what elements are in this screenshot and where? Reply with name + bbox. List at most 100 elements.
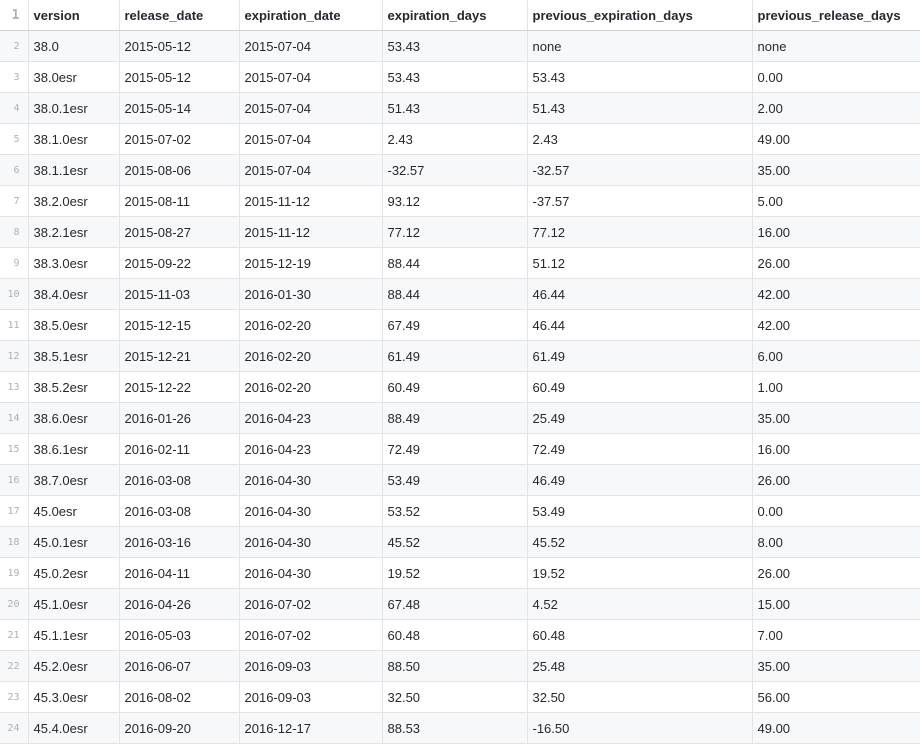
line-number: 5: [0, 123, 29, 155]
column-header-release-date: release_date: [119, 0, 240, 31]
cell-version: 38.4.0esr: [28, 278, 120, 310]
line-number: 23: [0, 681, 29, 713]
cell-expiration-days: 53.43: [382, 30, 528, 62]
cell-version: 45.2.0esr: [28, 650, 120, 682]
cell-release-date: 2016-06-07: [119, 650, 240, 682]
cell-release-date: 2016-03-08: [119, 495, 240, 527]
table-row: 4 38.0.1esr 2015-05-14 2015-07-04 51.43 51.43…: [0, 92, 920, 124]
line-number: 4: [0, 92, 29, 124]
cell-expiration-date: 2016-02-20: [239, 371, 383, 403]
cell-expiration-days: 19.52: [382, 557, 528, 589]
table-row: 24 45.4.0esr 2016-09-20 2016-12-17 88.53 -16.…: [0, 712, 920, 744]
csv-table: 1 version release_date expiration_date e…: [0, 0, 920, 744]
table-row: 17 45.0esr 2016-03-08 2016-04-30 53.52 53.49 0…: [0, 495, 920, 527]
cell-version: 45.0esr: [28, 495, 120, 527]
column-header-previous-expiration-days: previous_expiration_days: [527, 0, 753, 31]
cell-expiration-date: 2015-11-12: [239, 216, 383, 248]
cell-expiration-date: 2016-09-03: [239, 681, 383, 713]
cell-release-date: 2015-12-15: [119, 309, 240, 341]
cell-expiration-days: 2.43: [382, 123, 528, 155]
cell-expiration-days: 32.50: [382, 681, 528, 713]
cell-version: 38.0: [28, 30, 120, 62]
cell-previous-expiration-days: 45.52: [527, 526, 753, 558]
cell-version: 45.1.1esr: [28, 619, 120, 651]
column-header-expiration-date: expiration_date: [239, 0, 383, 31]
table-row: 21 45.1.1esr 2016-05-03 2016-07-02 60.48 60.4…: [0, 619, 920, 651]
line-number: 16: [0, 464, 29, 496]
cell-expiration-date: 2015-12-19: [239, 247, 383, 279]
cell-version: 38.5.2esr: [28, 371, 120, 403]
cell-previous-release-days: 0.00: [752, 61, 920, 93]
line-number: 12: [0, 340, 29, 372]
cell-previous-expiration-days: 61.49: [527, 340, 753, 372]
cell-previous-expiration-days: 46.44: [527, 309, 753, 341]
cell-release-date: 2016-08-02: [119, 681, 240, 713]
cell-previous-release-days: 15.00: [752, 588, 920, 620]
cell-expiration-date: 2016-02-20: [239, 340, 383, 372]
line-number: 24: [0, 712, 29, 744]
line-number: 15: [0, 433, 29, 465]
cell-previous-expiration-days: 53.49: [527, 495, 753, 527]
cell-previous-release-days: 26.00: [752, 464, 920, 496]
cell-previous-release-days: 6.00: [752, 340, 920, 372]
cell-previous-release-days: 49.00: [752, 712, 920, 744]
line-number: 8: [0, 216, 29, 248]
cell-previous-expiration-days: -37.57: [527, 185, 753, 217]
line-number: 13: [0, 371, 29, 403]
cell-release-date: 2016-09-20: [119, 712, 240, 744]
cell-expiration-days: 88.44: [382, 247, 528, 279]
cell-version: 38.7.0esr: [28, 464, 120, 496]
cell-expiration-date: 2015-07-04: [239, 92, 383, 124]
line-number: 18: [0, 526, 29, 558]
cell-expiration-days: 67.48: [382, 588, 528, 620]
table-row: 9 38.3.0esr 2015-09-22 2015-12-19 88.44 51.12…: [0, 247, 920, 279]
cell-previous-release-days: 5.00: [752, 185, 920, 217]
cell-previous-expiration-days: 46.44: [527, 278, 753, 310]
cell-previous-release-days: 7.00: [752, 619, 920, 651]
line-number: 11: [0, 309, 29, 341]
cell-release-date: 2016-04-11: [119, 557, 240, 589]
table-row: 19 45.0.2esr 2016-04-11 2016-04-30 19.52 19.5…: [0, 557, 920, 589]
cell-expiration-days: 53.52: [382, 495, 528, 527]
cell-release-date: 2015-05-14: [119, 92, 240, 124]
cell-previous-expiration-days: 25.49: [527, 402, 753, 434]
cell-expiration-date: 2015-07-04: [239, 123, 383, 155]
line-number: 19: [0, 557, 29, 589]
cell-expiration-days: -32.57: [382, 154, 528, 186]
cell-previous-expiration-days: -16.50: [527, 712, 753, 744]
cell-expiration-date: 2016-04-30: [239, 464, 383, 496]
column-header-previous-release-days: previous_release_days: [752, 0, 920, 31]
cell-version: 45.1.0esr: [28, 588, 120, 620]
cell-previous-release-days: 42.00: [752, 309, 920, 341]
cell-expiration-days: 77.12: [382, 216, 528, 248]
cell-previous-expiration-days: 60.48: [527, 619, 753, 651]
cell-version: 38.2.1esr: [28, 216, 120, 248]
cell-previous-expiration-days: 77.12: [527, 216, 753, 248]
line-number: 10: [0, 278, 29, 310]
cell-previous-expiration-days: 51.12: [527, 247, 753, 279]
cell-release-date: 2016-03-16: [119, 526, 240, 558]
cell-expiration-date: 2016-07-02: [239, 619, 383, 651]
cell-expiration-days: 45.52: [382, 526, 528, 558]
cell-version: 38.1.0esr: [28, 123, 120, 155]
line-number: 1: [0, 0, 29, 31]
cell-version: 38.6.0esr: [28, 402, 120, 434]
cell-previous-expiration-days: none: [527, 30, 753, 62]
cell-previous-release-days: 8.00: [752, 526, 920, 558]
cell-previous-release-days: 35.00: [752, 402, 920, 434]
table-row: 20 45.1.0esr 2016-04-26 2016-07-02 67.48 4.52…: [0, 588, 920, 620]
cell-release-date: 2016-01-26: [119, 402, 240, 434]
cell-previous-expiration-days: 51.43: [527, 92, 753, 124]
cell-expiration-date: 2016-09-03: [239, 650, 383, 682]
cell-previous-release-days: 2.00: [752, 92, 920, 124]
cell-version: 45.0.2esr: [28, 557, 120, 589]
cell-previous-release-days: 42.00: [752, 278, 920, 310]
table-row: 11 38.5.0esr 2015-12-15 2016-02-20 67.49 46.4…: [0, 309, 920, 341]
table-row: 14 38.6.0esr 2016-01-26 2016-04-23 88.49 25.4…: [0, 402, 920, 434]
line-number: 3: [0, 61, 29, 93]
cell-expiration-date: 2015-07-04: [239, 154, 383, 186]
cell-previous-release-days: 26.00: [752, 247, 920, 279]
line-number: 14: [0, 402, 29, 434]
cell-release-date: 2016-02-11: [119, 433, 240, 465]
line-number: 17: [0, 495, 29, 527]
